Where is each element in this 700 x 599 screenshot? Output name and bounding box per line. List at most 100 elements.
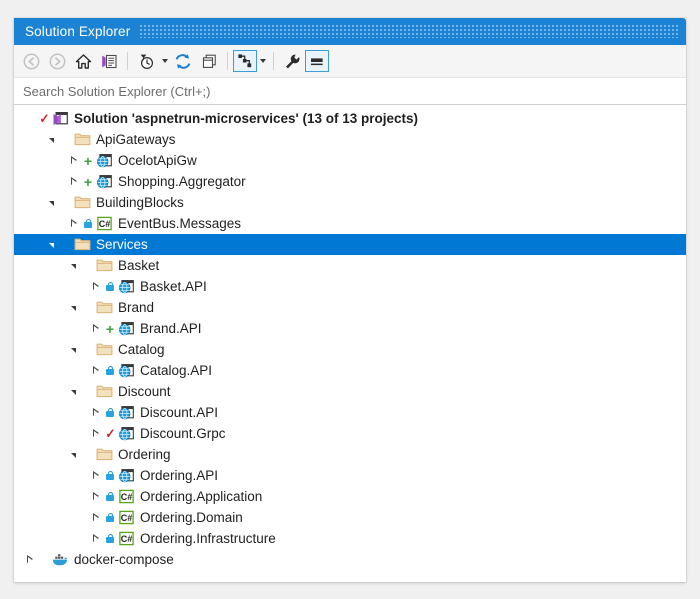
tree-item-services[interactable]: Services (14, 234, 686, 255)
source-control-status (59, 234, 73, 255)
source-control-status: ✓ (37, 108, 51, 129)
tree-expander[interactable] (66, 150, 81, 171)
chevron-right-icon (93, 283, 99, 291)
tree-expander[interactable] (66, 255, 81, 276)
tree-expander[interactable] (22, 108, 37, 129)
source-control-status (59, 129, 73, 150)
tree-expander[interactable] (66, 444, 81, 465)
tree-expander[interactable] (44, 192, 59, 213)
tree-item-label: Catalog.API (139, 363, 212, 378)
tree-item-ordering-infrastructure[interactable]: C#Ordering.Infrastructure (14, 528, 686, 549)
chevron-down-icon (49, 201, 54, 206)
docker-icon (51, 552, 69, 568)
tree-item-basket[interactable]: Basket (14, 255, 686, 276)
tree-item-shopping-aggregator[interactable]: + Shopping.Aggregator (14, 171, 686, 192)
tree-expander[interactable] (88, 486, 103, 507)
chevron-down-icon (71, 264, 76, 269)
panel-title-bar[interactable]: Solution Explorer (14, 18, 686, 45)
tree-expander[interactable] (22, 549, 37, 570)
source-control-added-icon: + (106, 322, 114, 336)
tree-expander[interactable] (88, 360, 103, 381)
source-control-added-icon: + (84, 154, 92, 168)
show-all-files-dropdown-caret[interactable] (257, 49, 268, 73)
properties-button[interactable] (279, 49, 305, 73)
tree-item-discount-grpc[interactable]: ✓Discount.Grpc (14, 423, 686, 444)
web-project-icon (117, 279, 135, 295)
tree-expander[interactable] (66, 339, 81, 360)
tree-item-buildingblocks[interactable]: BuildingBlocks (14, 192, 686, 213)
tree-expander[interactable] (44, 129, 59, 150)
refresh-button[interactable] (196, 49, 222, 73)
chevron-down-icon (162, 59, 168, 63)
tree-expander[interactable] (44, 234, 59, 255)
web-project-icon (117, 363, 135, 379)
tree-item-catalog-api[interactable]: Catalog.API (14, 360, 686, 381)
sync-button[interactable] (170, 49, 196, 73)
tree-item-label: Ordering.Application (139, 489, 262, 504)
svg-text:C#: C# (120, 534, 132, 544)
tree-expander[interactable] (66, 381, 81, 402)
home-button[interactable] (70, 49, 96, 73)
tree-item-ordering-domain[interactable]: C#Ordering.Domain (14, 507, 686, 528)
svg-text:C#: C# (120, 513, 132, 523)
tree-expander[interactable] (88, 402, 103, 423)
folder-icon (95, 447, 113, 463)
tree-expander[interactable] (88, 318, 103, 339)
tree-item-ordering-application[interactable]: C# Ordering.Application (14, 486, 686, 507)
tree-item-discount[interactable]: Discount (14, 381, 686, 402)
chevron-down-icon (49, 243, 54, 248)
source-control-status (103, 360, 117, 381)
chevron-right-icon (93, 493, 99, 501)
source-control-status (81, 213, 95, 234)
tree-item-discount-api[interactable]: Discount.API (14, 402, 686, 423)
back-button[interactable] (18, 49, 44, 73)
search-bar[interactable] (14, 78, 686, 105)
screen: Solution Explorer (0, 0, 700, 599)
svg-text:C#: C# (98, 219, 110, 229)
tree-item-ordering-api[interactable]: Ordering.API (14, 465, 686, 486)
tree-expander[interactable] (66, 213, 81, 234)
tree-item-label: BuildingBlocks (95, 195, 184, 210)
forward-button[interactable] (44, 49, 70, 73)
tree-item-apigateways[interactable]: ApiGateways (14, 129, 686, 150)
tree-item-ordering[interactable]: Ordering (14, 444, 686, 465)
source-control-locked-icon (106, 492, 115, 502)
folder-icon (95, 300, 113, 316)
visual-studio-solution-icon (51, 111, 69, 127)
source-control-status (103, 465, 117, 486)
csharp-project-icon: C# (117, 531, 135, 547)
tree-expander[interactable] (88, 465, 103, 486)
tree-item-brand-api[interactable]: +Brand.API (14, 318, 686, 339)
tree-item-label: Discount (117, 384, 171, 399)
tree-item-label: Ordering.API (139, 468, 218, 483)
tree-expander[interactable] (66, 297, 81, 318)
pending-changes-dropdown-caret[interactable] (159, 49, 170, 73)
tree-item-label: ApiGateways (95, 132, 176, 147)
pending-changes-button[interactable] (133, 49, 159, 73)
tree-expander[interactable] (88, 276, 103, 297)
tree-item-catalog[interactable]: Catalog (14, 339, 686, 360)
tree-item-basket-api[interactable]: Basket.API (14, 276, 686, 297)
tree-item-brand[interactable]: Brand (14, 297, 686, 318)
tree-item-ocelotapigw[interactable]: +OcelotApiGw (14, 150, 686, 171)
tree-item-label: Shopping.Aggregator (117, 174, 246, 189)
csharp-project-icon: C# (117, 489, 135, 505)
search-input[interactable] (14, 77, 686, 105)
tree-expander[interactable] (88, 528, 103, 549)
tree-expander[interactable] (66, 171, 81, 192)
tree-item-label: Discount.Grpc (139, 426, 226, 441)
preview-selected-items-button[interactable] (305, 50, 329, 72)
tree-expander[interactable] (88, 507, 103, 528)
source-control-status: + (81, 171, 95, 192)
toolbar-separator-2 (227, 52, 228, 70)
tree-item-label: EventBus.Messages (117, 216, 241, 231)
tree-item-docker-compose[interactable]: docker-compose (14, 549, 686, 570)
tree-item-eventbus-messages[interactable]: C# EventBus.Messages (14, 213, 686, 234)
source-control-status (103, 276, 117, 297)
solution-view-button[interactable] (96, 49, 122, 73)
solution-tree[interactable]: ✓Solution 'aspnetrun-microservices' (13 … (14, 105, 686, 582)
show-all-files-button[interactable] (233, 50, 257, 72)
tree-item-solution[interactable]: ✓Solution 'aspnetrun-microservices' (13 … (14, 108, 686, 129)
title-bar-drag-grip[interactable] (140, 25, 680, 38)
tree-expander[interactable] (88, 423, 103, 444)
